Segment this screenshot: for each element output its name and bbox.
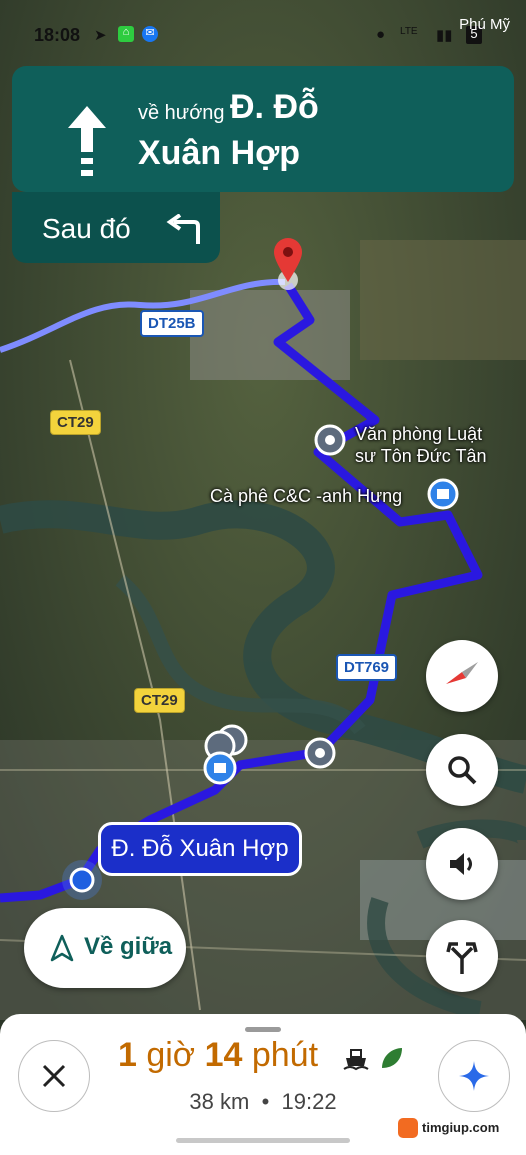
sound-button[interactable] (426, 828, 498, 900)
destination-label[interactable]: Đ. Đỗ Xuân Hợp (98, 822, 302, 876)
compass-icon (446, 662, 478, 684)
home-indicator[interactable] (176, 1138, 350, 1143)
volume-icon (450, 853, 472, 875)
watermark-text: timgiup.com (422, 1120, 500, 1135)
eco-leaf-icon (382, 1048, 402, 1068)
road-badge: CT29 (134, 688, 185, 713)
road-badge: DT769 (336, 654, 398, 681)
route-marker[interactable] (304, 737, 336, 769)
eta-minutes: 14 (204, 1036, 243, 1074)
trip-distance: 38 km (189, 1089, 250, 1114)
recenter-label: Về giữa (84, 933, 173, 960)
shopping-poi-icon[interactable] (203, 751, 237, 785)
poi-label[interactable]: Cà phê C&C -anh Hưng (210, 486, 402, 507)
navigation-arrow-icon (50, 934, 74, 962)
messenger-icon: ✉ (142, 26, 158, 42)
app-icon: ⌂ (118, 26, 134, 42)
search-logo-icon (398, 1118, 418, 1138)
lte-icon: LTE (400, 26, 418, 37)
search-icon (448, 756, 477, 785)
separator: • (261, 1089, 270, 1114)
road-name-line2: Xuân Hợp (138, 134, 301, 172)
status-bar: 18:08 ➤ ⌂ ✉ ● LTE ▮▮ 5 Phú Mỹ (0, 0, 526, 64)
fork-icon (446, 942, 478, 974)
route-marker[interactable] (314, 424, 346, 456)
shopping-poi-icon[interactable] (427, 478, 459, 510)
then-label: Sau đó (42, 213, 131, 244)
ferry-icon (343, 1048, 402, 1071)
eta-hours: 1 (117, 1036, 137, 1074)
compass-button[interactable] (426, 640, 498, 712)
eta-minutes-unit: phút (251, 1036, 319, 1074)
signal-icon: ▮▮ (436, 27, 453, 44)
navigation-arrow-icon: ➤ (94, 27, 107, 44)
sparkle-icon (459, 1061, 489, 1091)
eta-hours-unit: giờ (146, 1036, 196, 1074)
straight-arrow-icon (68, 106, 106, 176)
next-step-card[interactable]: Sau đó (12, 192, 220, 263)
navigation-instruction-card[interactable] (12, 66, 514, 192)
clock: 18:08 (34, 25, 81, 45)
road-badge: CT29 (50, 410, 101, 435)
route-options-button[interactable] (426, 920, 498, 992)
road-badge: DT25B (140, 310, 204, 337)
turn-left-icon (166, 214, 200, 244)
poi-label[interactable]: sư Tôn Đức Tân (355, 446, 486, 467)
search-button[interactable] (426, 734, 498, 806)
gemini-button[interactable] (438, 1040, 510, 1112)
road-name-line1: Đ. Đỗ (230, 88, 319, 126)
recenter-button[interactable]: Về giữa (24, 908, 186, 988)
direction-prefix: về hướng (138, 102, 225, 124)
drag-handle[interactable] (245, 1027, 281, 1032)
poi-label[interactable]: Văn phòng Luật (355, 424, 482, 445)
carrier-label: Phú Mỹ (459, 16, 510, 33)
location-icon: ● (376, 26, 386, 43)
current-location-icon (62, 860, 102, 900)
arrival-time: 19:22 (281, 1089, 337, 1114)
